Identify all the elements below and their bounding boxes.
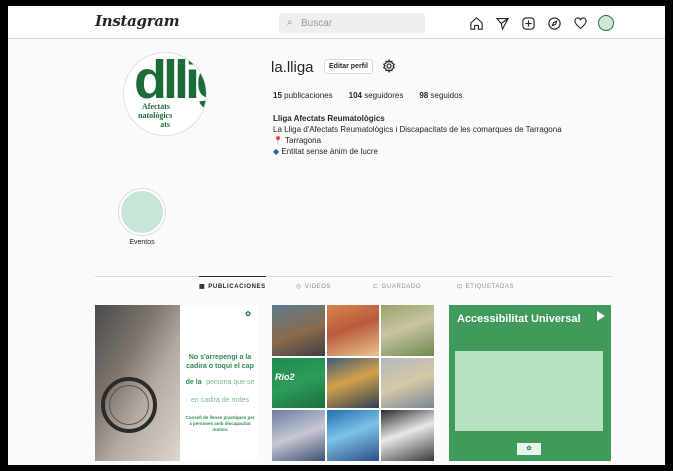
search-input[interactable] xyxy=(301,13,419,33)
collage-photo xyxy=(326,305,380,356)
collage-photo xyxy=(381,410,434,461)
profile-picture[interactable]: dllig Afectatsnatològicsats xyxy=(123,52,207,136)
profile-avatar-nav[interactable] xyxy=(597,14,615,32)
story-highlight[interactable] xyxy=(119,189,165,235)
post-text: No s'arrepengi a la cadira o toqui el ca… xyxy=(185,354,255,432)
tab-videos[interactable]: ◎ VIDEOS xyxy=(296,277,331,297)
collage-photo xyxy=(381,305,434,356)
top-nav-bar: Instagram ⌕ xyxy=(8,6,665,39)
nav-icons xyxy=(467,12,615,34)
edit-profile-button[interactable]: Editar perfil xyxy=(324,59,373,74)
post-panel xyxy=(455,351,603,431)
post-tile[interactable]: Accessibilitat Universal ✿ xyxy=(449,305,611,461)
instagram-window: Instagram ⌕ dllig xyxy=(8,6,665,465)
location-pin-icon: 📍 xyxy=(273,136,283,145)
search-box[interactable]: ⌕ xyxy=(279,13,425,33)
profile-username: la.lliga xyxy=(271,59,314,76)
profile-bio: Lliga Afectats Reumatològics La Lliga d'… xyxy=(273,113,562,157)
wheel-inner-shape xyxy=(109,385,149,425)
direct-icon[interactable] xyxy=(493,14,511,32)
tab-etiquetadas[interactable]: ⊡ ETIQUETADAS xyxy=(457,277,514,297)
bio-name: Lliga Afectats Reumatològics xyxy=(273,114,385,123)
collage-photo xyxy=(272,410,325,461)
followers-stat[interactable]: 104 seguidores xyxy=(349,91,404,100)
grid-icon: ▦ xyxy=(199,283,206,290)
post-tile[interactable]: ✿ No s'arrepengi a la cadira o toqui el … xyxy=(95,305,257,461)
post-title: Accessibilitat Universal xyxy=(457,313,581,325)
collage-photo xyxy=(272,305,325,356)
tag-icon: ⊡ xyxy=(457,284,463,290)
bio-description: La Lliga d'Afectats Reumatològics i Disc… xyxy=(273,125,562,134)
settings-icon[interactable] xyxy=(382,58,396,74)
posts-stat: 15 publicaciones xyxy=(273,91,333,100)
lliga-mini-logo: ✿ xyxy=(517,443,541,455)
profile-stats: 15 publicaciones 104 seguidores 98 segui… xyxy=(273,91,463,100)
profile-tabs: ▦ PUBLICACIONES ◎ VIDEOS ⊏ GUARDADO ⊡ ET… xyxy=(95,276,612,297)
lliga-mini-logo: ✿ xyxy=(245,311,251,318)
collage-photo xyxy=(326,357,380,409)
paralympics-collage: Rio2 xyxy=(272,305,434,461)
avatar xyxy=(598,15,614,31)
collage-photo: Rio2 xyxy=(272,357,325,409)
story-highlight-label: Eventos xyxy=(129,239,155,246)
bookmark-icon: ⊏ xyxy=(373,284,379,290)
following-stat[interactable]: 98 seguidos xyxy=(419,91,462,100)
explore-icon[interactable] xyxy=(545,14,563,32)
tab-guardado[interactable]: ⊏ GUARDADO xyxy=(373,277,421,297)
collage-photo xyxy=(381,357,434,409)
avatar-logo-subtext: Afectats natològics ats xyxy=(138,102,173,129)
diamond-icon: ◆ xyxy=(273,147,280,156)
activity-icon[interactable] xyxy=(571,14,589,32)
video-icon: ◎ xyxy=(296,284,302,290)
bio-nonprofit: ◆ Entitat sense ànim de lucre xyxy=(273,147,378,156)
new-post-icon[interactable] xyxy=(519,14,537,32)
post-tile[interactable]: Rio2 xyxy=(272,305,434,461)
video-play-icon xyxy=(597,311,605,321)
bio-location: 📍 Tarragona xyxy=(273,136,322,145)
instagram-logo[interactable]: Instagram xyxy=(95,12,180,30)
home-icon[interactable] xyxy=(467,14,485,32)
tab-publicaciones[interactable]: ▦ PUBLICACIONES xyxy=(199,276,266,296)
search-icon: ⌕ xyxy=(287,17,293,28)
rio-logo-text: Rio2 xyxy=(275,371,295,382)
collage-photo xyxy=(326,410,380,461)
